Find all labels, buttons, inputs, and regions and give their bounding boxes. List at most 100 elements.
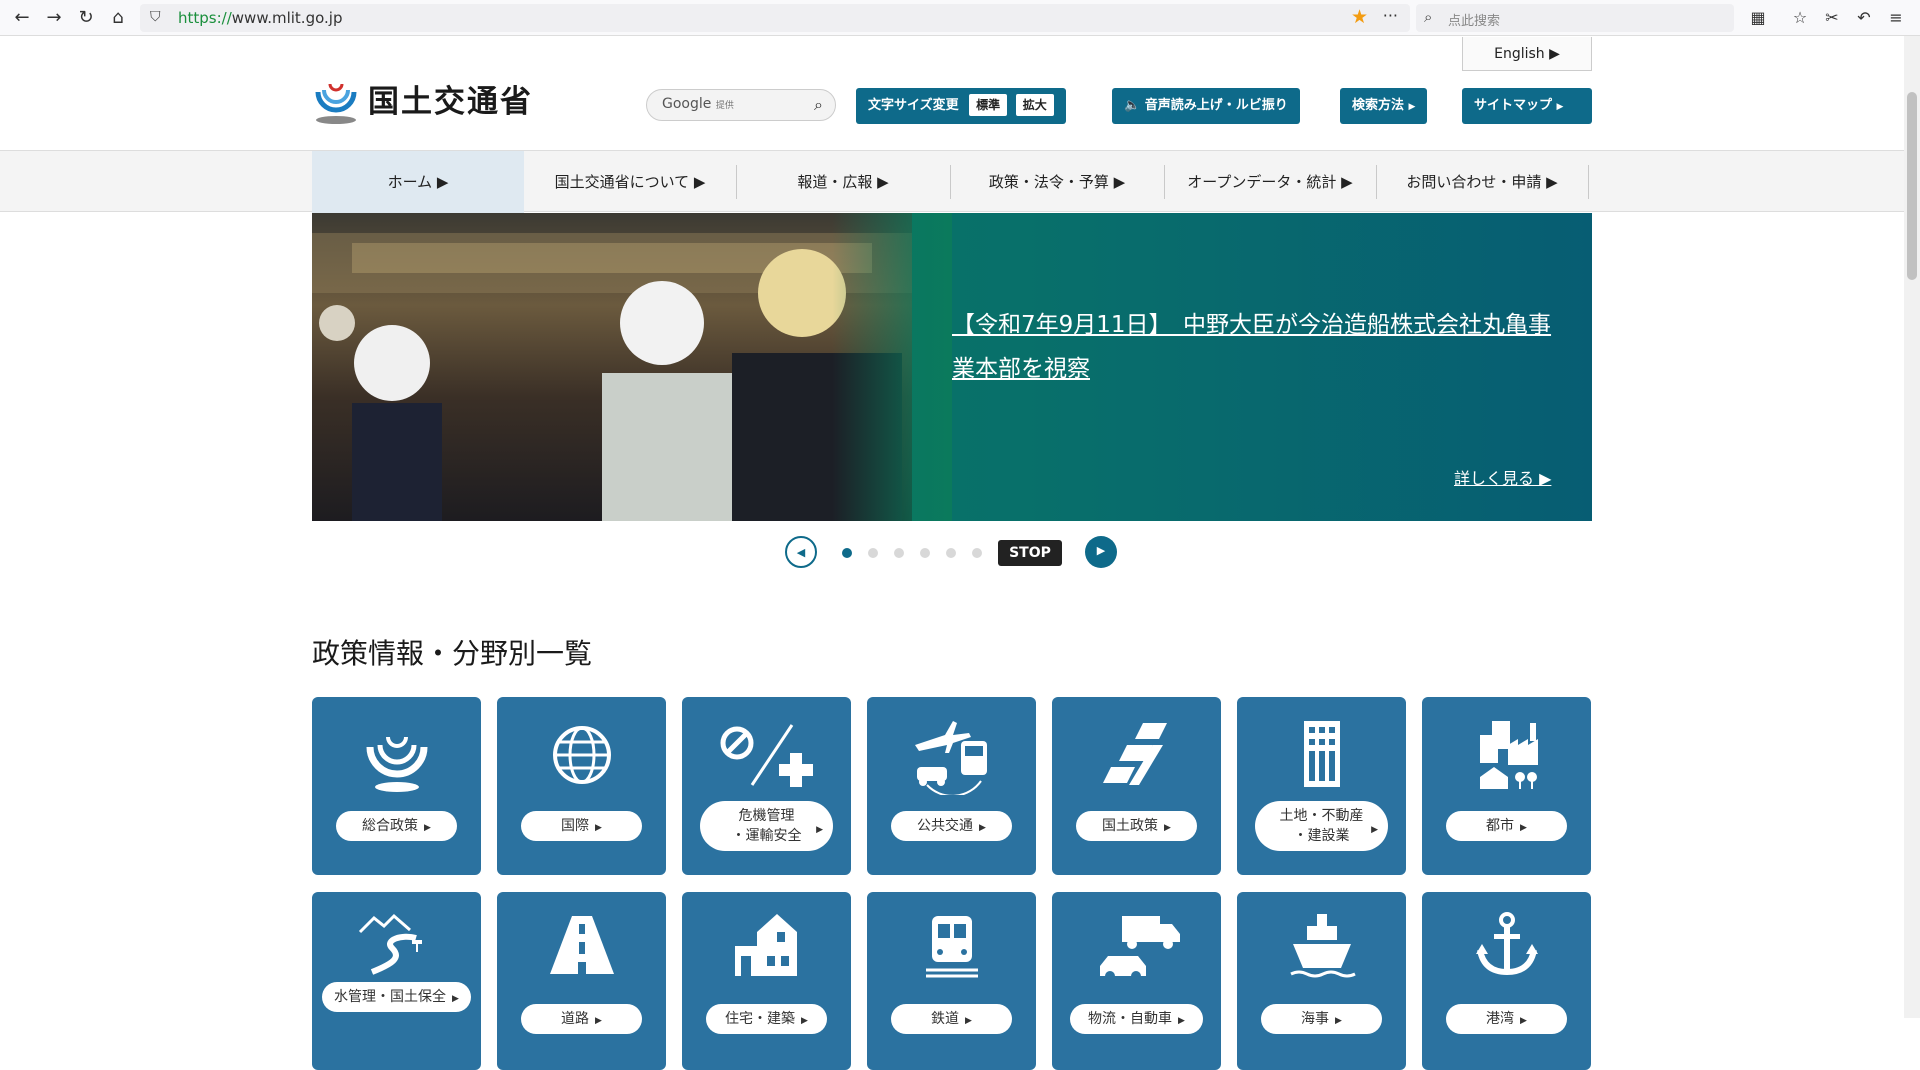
tile-label: 国土政策 xyxy=(1076,811,1197,841)
tile-general-policy[interactable]: 総合政策 xyxy=(312,697,481,875)
city-icon xyxy=(1422,715,1591,805)
page-actions-icon[interactable]: ··· xyxy=(1383,6,1398,25)
nav-item-press[interactable]: 報道・広報 ▶ xyxy=(736,151,950,213)
forward-icon[interactable]: → xyxy=(42,6,66,30)
hero-headline-link[interactable]: 【令和7年9月11日】 中野大臣が今治造船株式会社丸亀事業本部を視察 xyxy=(952,303,1552,391)
tile-land-policy[interactable]: 国土政策 xyxy=(1052,697,1221,875)
speaker-icon: 🔈 xyxy=(1124,98,1141,113)
tile-label: 危機管理 ・運輸安全 xyxy=(700,801,833,851)
scrollbar-thumb[interactable] xyxy=(1907,92,1917,280)
speech-button[interactable]: 🔈 音声読み上げ・ルビ振り xyxy=(1112,88,1300,124)
speech-label: 音声読み上げ・ルビ振り xyxy=(1144,98,1288,113)
url-text[interactable]: https://www.mlit.go.jp xyxy=(178,9,342,27)
carousel-next-button[interactable]: ▶ xyxy=(1085,536,1117,568)
anchor-icon xyxy=(1422,910,1591,1000)
tile-land-realestate[interactable]: 土地・不動産 ・建設業 xyxy=(1237,697,1406,875)
search-method-button[interactable]: 検索方法 ▶ xyxy=(1340,88,1428,124)
search-icon[interactable]: ⌕ xyxy=(814,95,823,115)
carousel-dot[interactable] xyxy=(946,548,956,558)
arrow-right-icon: ▶ xyxy=(1408,102,1416,112)
browser-search-input[interactable]: ⌕ 点此搜索 xyxy=(1416,4,1734,32)
carousel-dot[interactable] xyxy=(920,548,930,558)
carousel-dot[interactable] xyxy=(972,548,982,558)
truck-icon xyxy=(1052,910,1221,1000)
carousel-dot[interactable] xyxy=(868,548,878,558)
road-icon xyxy=(497,910,666,1000)
english-link[interactable]: English ▶ xyxy=(1462,37,1592,71)
tile-water-management[interactable]: 水管理・国土保全 xyxy=(312,892,481,1070)
font-size-label: 文字サイズ変更 xyxy=(868,98,959,113)
tile-international[interactable]: 国際 xyxy=(497,697,666,875)
url-scheme: https:// xyxy=(178,9,232,27)
house-icon xyxy=(682,910,851,1000)
sitemap-button[interactable]: サイトマップ ▶ xyxy=(1462,88,1592,124)
tile-label: 水管理・国土保全 xyxy=(322,982,471,1012)
nav-item-opendata[interactable]: オープンデータ・統計 ▶ xyxy=(1164,151,1376,213)
hero-carousel: 【令和7年9月11日】 中野大臣が今治造船株式会社丸亀事業本部を視察 詳しく見る… xyxy=(312,213,1592,521)
tile-label: 総合政策 xyxy=(336,811,457,841)
scissors-icon[interactable]: ✂ xyxy=(1820,6,1844,30)
shield-icon: ⛉ xyxy=(150,9,161,25)
arrow-right-icon: ▶ xyxy=(1556,102,1564,112)
grid-icon[interactable]: ▦ xyxy=(1746,6,1770,30)
nav-item-home[interactable]: ホーム ▶ xyxy=(312,151,524,213)
mlit-logo-icon xyxy=(312,715,481,805)
section-title: 政策情報・分野別一覧 xyxy=(312,637,593,670)
carousel-dot[interactable] xyxy=(894,548,904,558)
land-policy-icon xyxy=(1052,715,1221,805)
tile-label: 住宅・建築 xyxy=(706,1004,827,1034)
google-label: Google 提供 xyxy=(662,96,734,112)
carousel-prev-button[interactable]: ◀ xyxy=(785,536,817,568)
tile-railway[interactable]: 鉄道 xyxy=(867,892,1036,1070)
bookmark-star-icon[interactable]: ★ xyxy=(1351,6,1368,28)
font-size-control: 文字サイズ変更 標準 拡大 xyxy=(856,88,1066,124)
transport-icon xyxy=(867,715,1036,805)
favorites-icon[interactable]: ☆ xyxy=(1788,6,1812,30)
nav-item-about[interactable]: 国土交通省について ▶ xyxy=(524,151,736,213)
tile-label: 海事 xyxy=(1261,1004,1382,1034)
reload-icon[interactable]: ↻ xyxy=(74,6,98,30)
globe-icon xyxy=(497,715,666,805)
google-text: Google xyxy=(662,96,712,112)
carousel-stop-button[interactable]: STOP xyxy=(998,540,1062,566)
tile-label: 道路 xyxy=(521,1004,642,1034)
home-icon[interactable]: ⌂ xyxy=(106,6,130,30)
nav-item-contact[interactable]: お問い合わせ・申請 ▶ xyxy=(1376,151,1588,213)
tile-road[interactable]: 道路 xyxy=(497,892,666,1070)
tile-public-transport[interactable]: 公共交通 xyxy=(867,697,1036,875)
nav-item-policy[interactable]: 政策・法令・予算 ▶ xyxy=(950,151,1164,213)
back-icon[interactable]: ← xyxy=(10,6,34,30)
google-suffix: 提供 xyxy=(715,101,734,111)
font-size-standard-button[interactable]: 標準 xyxy=(969,94,1008,116)
hero-more-link[interactable]: 詳しく見る ▶ xyxy=(1454,465,1551,489)
search-method-label: 検索方法 xyxy=(1352,98,1405,113)
train-icon xyxy=(867,910,1036,1000)
tile-logistics[interactable]: 物流・自動車 xyxy=(1052,892,1221,1070)
tile-label: 都市 xyxy=(1446,811,1567,841)
undo-icon[interactable]: ↶ xyxy=(1852,6,1876,30)
carousel-dot[interactable] xyxy=(842,548,852,558)
font-size-large-button[interactable]: 拡大 xyxy=(1015,94,1054,116)
tile-housing[interactable]: 住宅・建築 xyxy=(682,892,851,1070)
tile-port[interactable]: 港湾 xyxy=(1422,892,1591,1070)
tile-label: 国際 xyxy=(521,811,642,841)
address-bar[interactable]: ⛉ https://www.mlit.go.jp ★ ··· xyxy=(140,4,1410,32)
tile-label: 港湾 xyxy=(1446,1004,1567,1034)
ship-icon xyxy=(1237,910,1406,1000)
tile-crisis-management[interactable]: 危機管理 ・運輸安全 xyxy=(682,697,851,875)
hero-photo xyxy=(312,213,912,521)
nav-divider xyxy=(1588,165,1589,199)
building-icon xyxy=(1237,715,1406,805)
site-search-input[interactable]: Google 提供 ⌕ xyxy=(646,89,836,121)
scrollbar[interactable] xyxy=(1904,36,1920,1018)
tile-city[interactable]: 都市 xyxy=(1422,697,1591,875)
url-host: www.mlit.go.jp xyxy=(231,9,343,27)
hero-photo-illustration xyxy=(312,233,912,521)
main-nav: ホーム ▶ 国土交通省について ▶ 報道・広報 ▶ 政策・法令・予算 ▶ オープ… xyxy=(0,150,1904,213)
site-logo[interactable]: 国土交通省 xyxy=(310,70,550,126)
tile-label: 物流・自動車 xyxy=(1070,1004,1203,1034)
tile-maritime[interactable]: 海事 xyxy=(1237,892,1406,1070)
menu-icon[interactable]: ≡ xyxy=(1884,6,1908,30)
search-placeholder: 点此搜索 xyxy=(1448,14,1501,29)
tile-label: 公共交通 xyxy=(891,811,1012,841)
